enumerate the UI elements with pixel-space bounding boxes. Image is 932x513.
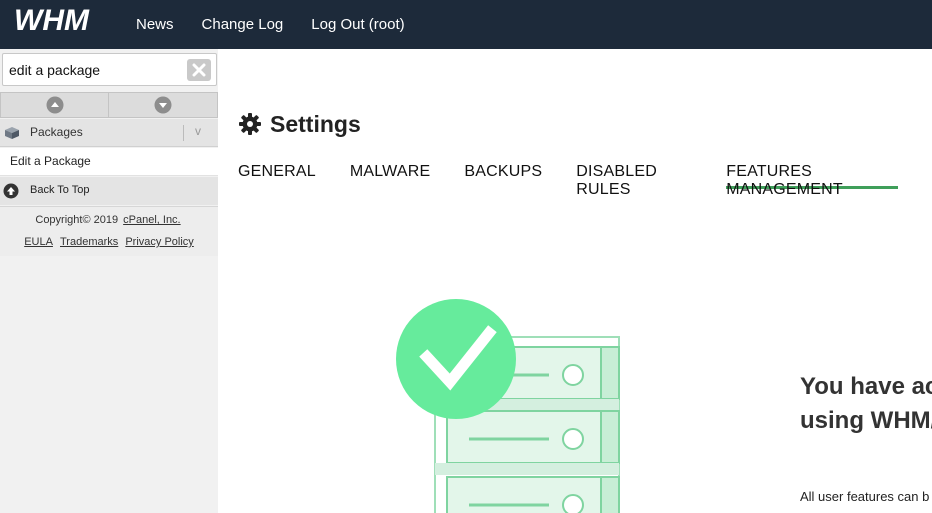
- nav-change-log-link[interactable]: Change Log: [202, 0, 284, 54]
- privacy-policy-link[interactable]: Privacy Policy: [125, 236, 193, 248]
- eula-link[interactable]: EULA: [24, 236, 53, 248]
- copyright: Copyright© 2019 cPanel, Inc.: [0, 214, 218, 226]
- close-icon: [192, 63, 206, 77]
- sidebar: Packages v Edit a Package Back To Top Co…: [0, 49, 218, 513]
- back-to-top-button[interactable]: Back To Top: [0, 177, 218, 205]
- main-content: Settings GENERAL MALWARE BACKUPS DISABLE…: [218, 49, 932, 513]
- tab-disabled-rules[interactable]: DISABLED RULES: [576, 163, 692, 198]
- back-to-top-label: Back To Top: [30, 184, 90, 196]
- sidebar-item-edit-a-package[interactable]: Edit a Package: [0, 148, 218, 176]
- top-nav: News Change Log Log Out (root): [136, 0, 433, 49]
- collapse-chevron-icon[interactable]: v: [195, 124, 201, 138]
- settings-tabs: GENERAL MALWARE BACKUPS DISABLED RULES F…: [238, 163, 932, 198]
- tab-features-management[interactable]: FEATURES MANAGEMENT: [726, 163, 898, 198]
- clear-search-button[interactable]: [187, 59, 211, 81]
- status-message-line2: using WHM/: [800, 407, 932, 434]
- nav-arrows: [0, 92, 218, 118]
- sidebar-category-packages[interactable]: Packages v: [0, 119, 218, 147]
- sidebar-footer: Copyright© 2019 cPanel, Inc. EULA Tradem…: [0, 206, 218, 256]
- page-header: Settings: [238, 110, 361, 138]
- gear-icon: [239, 113, 261, 135]
- nav-news-link[interactable]: News: [136, 0, 174, 54]
- chevron-up-icon: [46, 96, 63, 114]
- tab-general[interactable]: GENERAL: [238, 163, 316, 189]
- trademarks-link[interactable]: Trademarks: [60, 236, 118, 248]
- check-circle-server-icon: [396, 299, 620, 513]
- status-message-line1: You have ac: [800, 373, 932, 400]
- nav-logout-link[interactable]: Log Out (root): [311, 0, 404, 54]
- sidebar-item-label: Edit a Package: [10, 154, 91, 168]
- info-note: All user features can b: [800, 489, 930, 504]
- divider: [183, 125, 184, 141]
- scroll-down-button[interactable]: [109, 92, 218, 118]
- whm-logo[interactable]: WHM: [14, 4, 118, 36]
- search-box: [2, 53, 217, 86]
- footer-links: EULA Trademarks Privacy Policy: [0, 236, 218, 248]
- top-bar: WHM News Change Log Log Out (root): [0, 0, 932, 49]
- svg-text:WHM: WHM: [14, 4, 90, 36]
- box-icon: [5, 127, 19, 139]
- copyright-text: Copyright© 2019: [35, 214, 122, 226]
- sidebar-category-label: Packages: [30, 125, 83, 139]
- scroll-up-button[interactable]: [0, 92, 109, 118]
- arrow-up-circle-icon: [3, 183, 19, 199]
- cpanel-link[interactable]: cPanel, Inc.: [123, 214, 180, 226]
- chevron-down-icon: [154, 96, 172, 114]
- tab-malware[interactable]: MALWARE: [350, 163, 431, 189]
- search-input[interactable]: [9, 57, 184, 83]
- tab-backups[interactable]: BACKUPS: [464, 163, 542, 189]
- status-message: You have ac using WHM/: [800, 370, 932, 438]
- page-title: Settings: [270, 110, 361, 137]
